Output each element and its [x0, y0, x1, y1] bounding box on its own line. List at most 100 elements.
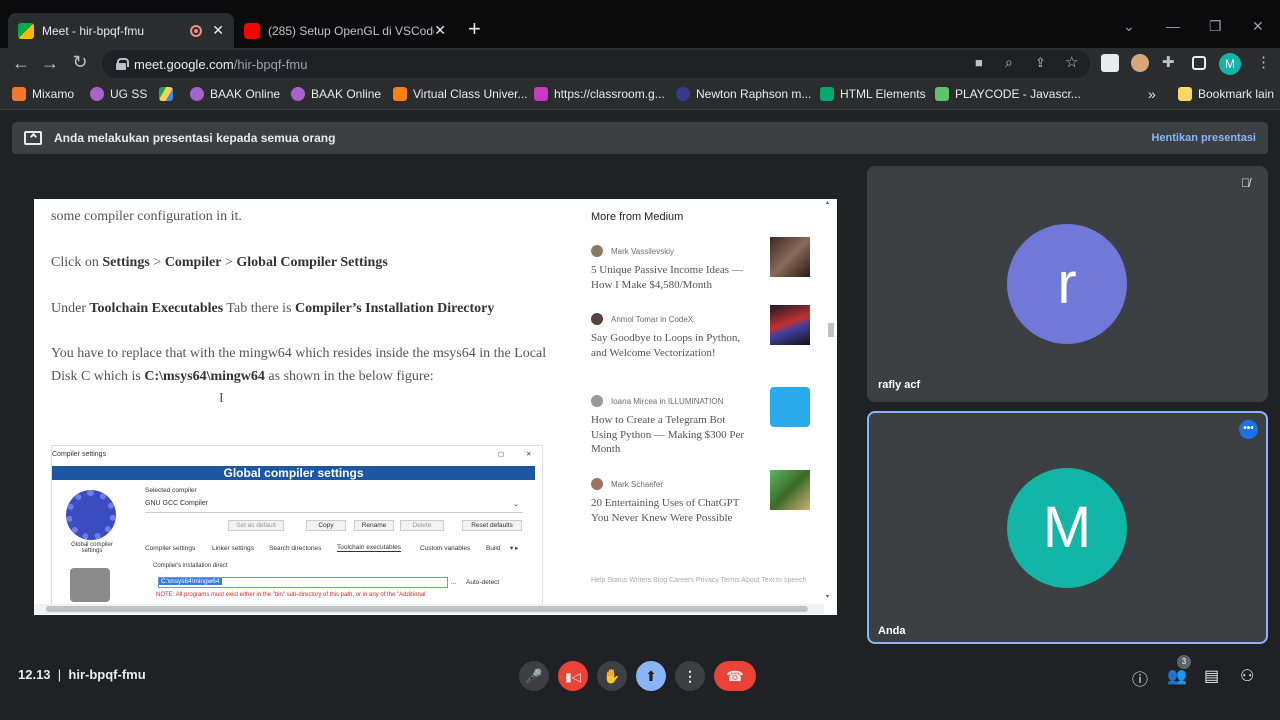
install-dir-input: C:\msys64\mingw64 — [158, 577, 448, 588]
url-path: /hir-bpqf-fmu — [233, 56, 308, 72]
mic-icon: 🎤 — [525, 668, 543, 684]
participants-count-badge: 3 — [1177, 655, 1191, 669]
w3-icon — [820, 87, 834, 101]
story-item[interactable]: Mark Vassilevskiy 5 Unique Passive Incom… — [591, 237, 816, 292]
url-text[interactable]: meet.google.com/hir-bpqf-fmu — [134, 57, 307, 72]
camera-icon[interactable]: ■ — [975, 55, 983, 70]
more-options-button[interactable]: ⋮ — [675, 661, 705, 691]
chat-icon[interactable]: ▤ — [1204, 666, 1219, 686]
bookmark-baak-1[interactable]: BAAK Online — [190, 87, 280, 101]
zoom-icon[interactable]: ⌕ — [1005, 54, 1013, 71]
new-tab-button[interactable]: + — [468, 18, 481, 40]
bookmark-virtual-class[interactable]: Virtual Class Univer... — [393, 87, 528, 101]
people-icon[interactable]: 👥 — [1167, 666, 1187, 686]
tab-scroll-icon: ▾ ▸ — [510, 545, 519, 552]
bookmark-star-icon[interactable]: ☆ — [1065, 53, 1078, 71]
medium-footer-links[interactable]: Help Status Writers Blog Careers Privacy… — [591, 575, 816, 586]
close-window-button[interactable]: ✕ — [1252, 18, 1264, 35]
google-meet-icon — [18, 22, 34, 39]
bookmark-ug-ss[interactable]: UG SS — [90, 87, 147, 101]
profile-avatar[interactable]: M — [1219, 53, 1241, 75]
vertical-scrollbar[interactable] — [828, 323, 834, 337]
story-title[interactable]: 5 Unique Passive Income Ideas — How I Ma… — [591, 263, 746, 292]
story-thumbnail — [770, 305, 810, 345]
browser-tab-strip: Meet - hir-bpqf-fmu ✕ (285) Setup OpenGL… — [0, 0, 1280, 48]
bookmark-newton[interactable]: Newton Raphson m... — [676, 87, 811, 101]
more-from-medium-title: More from Medium — [591, 211, 684, 223]
selected-compiler-label: Selected compiler — [145, 487, 197, 494]
close-tab-icon[interactable]: ✕ — [212, 22, 224, 39]
reset-defaults-button: Reset defaults — [462, 520, 522, 531]
dialog-tab: Search directories — [269, 545, 322, 552]
story-item[interactable]: Mark Schaefer 20 Entertaining Uses of Ch… — [591, 470, 816, 525]
participant-tile-self[interactable]: M Anda — [867, 411, 1268, 644]
address-bar[interactable]: meet.google.com/hir-bpqf-fmu — [102, 50, 1090, 78]
extension-b-icon[interactable] — [1101, 54, 1119, 72]
browser-menu-icon[interactable]: ⋮ — [1256, 53, 1271, 71]
bookmark-label: PLAYCODE - Javascr... — [955, 87, 1081, 101]
robot-arm-icon — [70, 568, 110, 602]
info-icon[interactable]: ⓘ — [1132, 666, 1148, 690]
bookmark-baak-2[interactable]: BAAK Online — [291, 87, 381, 101]
bookmark-html-elements[interactable]: HTML Elements — [820, 87, 926, 101]
other-bookmarks[interactable]: Bookmark lain — [1178, 87, 1274, 101]
article-text: Tab there is — [223, 301, 296, 316]
share-icon[interactable]: ⇪ — [1035, 55, 1046, 71]
ug-logo-icon — [90, 87, 104, 101]
activities-icon[interactable]: ⚇ — [1240, 666, 1254, 686]
back-icon[interactable]: ← — [10, 53, 32, 74]
article-bold: Settings — [102, 255, 150, 270]
story-title[interactable]: How to Create a Telegram Bot Using Pytho… — [591, 413, 746, 457]
raise-hand-button[interactable]: ✋ — [597, 661, 627, 691]
horizontal-scrollbar[interactable] — [34, 604, 824, 614]
horizontal-scroll-thumb[interactable] — [46, 606, 808, 612]
folder-icon — [1178, 87, 1192, 101]
url-domain: meet.google.com — [134, 56, 234, 72]
close-tab-icon[interactable]: ✕ — [434, 22, 446, 39]
reload-icon[interactable]: ↻ — [69, 52, 91, 73]
tab-search-icon[interactable]: ⌄ — [1123, 18, 1135, 35]
scroll-down-icon[interactable]: ▾ — [826, 593, 834, 600]
side-panel-icon[interactable] — [1192, 56, 1206, 70]
present-button[interactable]: ⬆ — [636, 661, 666, 691]
stop-presenting-button[interactable]: Hentikan presentasi — [1151, 132, 1256, 144]
story-item[interactable]: Ioana Mircea in ILLUMINATION How to Crea… — [591, 387, 816, 457]
article-text: Under — [51, 301, 90, 316]
bookmark-playcode[interactable]: PLAYCODE - Javascr... — [935, 87, 1081, 101]
story-title[interactable]: Say Goodbye to Loops in Python, and Welc… — [591, 331, 746, 360]
extension-owl-icon[interactable] — [1131, 54, 1149, 72]
bookmark-classroom[interactable]: https://classroom.g... — [534, 87, 665, 101]
newton-icon — [676, 87, 690, 101]
dialog-tab: Build — [486, 545, 501, 552]
scroll-up-icon[interactable]: ▴ — [826, 199, 834, 206]
participant-tile[interactable]: r rafly acf — [867, 166, 1268, 402]
tab-title: (285) Setup OpenGL di VSCode - — [268, 23, 435, 38]
separator: | — [57, 667, 62, 682]
bookmark-mixamo[interactable]: Mixamo — [12, 87, 74, 101]
article-text: as shown in the below figure: — [264, 369, 434, 384]
lock-icon[interactable] — [116, 58, 129, 70]
bookmarks-bar: Mixamo UG SS BAAK Online BAAK Online Vir… — [0, 80, 1280, 110]
camera-button[interactable]: ▮◁ — [558, 661, 588, 691]
tab-youtube[interactable]: (285) Setup OpenGL di VSCode - ✕ — [234, 13, 456, 48]
mic-off-icon: 🎙̸ — [1241, 176, 1250, 190]
mixamo-icon — [12, 87, 26, 101]
bookmark-drive[interactable] — [159, 87, 179, 101]
minimize-button[interactable]: — — [1166, 18, 1180, 34]
article-bold: Global Compiler Settings — [236, 255, 388, 270]
tab-meet[interactable]: Meet - hir-bpqf-fmu ✕ — [8, 13, 234, 48]
leave-call-button[interactable]: ☎ — [714, 661, 756, 691]
forward-icon[interactable]: → — [39, 53, 61, 74]
maximize-button[interactable]: ❐ — [1209, 18, 1222, 35]
install-dir-label: Compiler's installation direct — [153, 563, 228, 569]
compiler-value: GNU GCC Compiler — [145, 500, 209, 507]
install-dir-value: C:\msys64\mingw64 — [159, 578, 222, 585]
compiler-settings-screenshot: Compiler settings ▢ ✕ Global compiler se… — [51, 445, 543, 605]
bookmarks-overflow-icon[interactable]: » — [1148, 86, 1156, 102]
more-options-icon[interactable]: ••• — [1239, 420, 1258, 439]
story-title[interactable]: 20 Entertaining Uses of ChatGPT You Neve… — [591, 496, 746, 525]
story-item[interactable]: Anmol Tomar in CodeX Say Goodbye to Loop… — [591, 305, 816, 360]
extensions-puzzle-icon[interactable]: ✚ — [1162, 53, 1175, 71]
mic-button[interactable]: 🎤 — [519, 661, 549, 691]
bookmark-label: Mixamo — [32, 87, 75, 101]
